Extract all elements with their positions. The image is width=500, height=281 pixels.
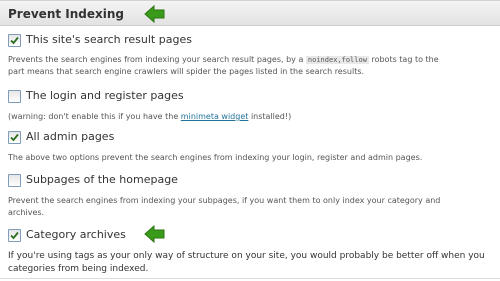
all-admin-pages-checkbox[interactable] [8,131,21,144]
green-arrow-icon [144,224,165,244]
green-arrow-icon [144,4,165,24]
category-archives-checkbox[interactable] [8,229,21,242]
all-admin-pages-label: All admin pages [26,130,115,143]
login-register-pages-checkbox[interactable] [8,90,21,103]
panel-header: Prevent Indexing [0,0,500,26]
search-result-pages-description-line2: part means that search engine crawlers w… [8,67,365,76]
login-register-pages-label: The login and register pages [26,89,184,102]
search-result-pages-label: This site's search result pages [26,33,192,46]
subpages-homepage-description-line2: archives. [8,208,45,217]
robots-code: noindex,follow [305,56,369,64]
all-admin-pages-description: The above two options prevent the search… [8,153,423,162]
category-archives-label: Category archives [26,228,126,241]
search-result-pages-description: Prevents the search engines from indexin… [8,55,439,64]
subpages-homepage-checkbox[interactable] [8,174,21,187]
category-archives-description: If you're using tags as your only way of… [8,251,485,261]
divider [0,278,500,279]
subpages-homepage-description: Prevent the search engines from indexing… [8,196,441,205]
login-register-warning: (warning: don't enable this if you have … [8,112,292,121]
category-archives-description-line2: categories from being indexed. [8,264,149,274]
subpages-homepage-label: Subpages of the homepage [26,173,178,186]
panel-title: Prevent Indexing [8,7,124,21]
search-result-pages-checkbox[interactable] [8,34,21,47]
minimeta-widget-link[interactable]: minimeta widget [181,112,249,121]
